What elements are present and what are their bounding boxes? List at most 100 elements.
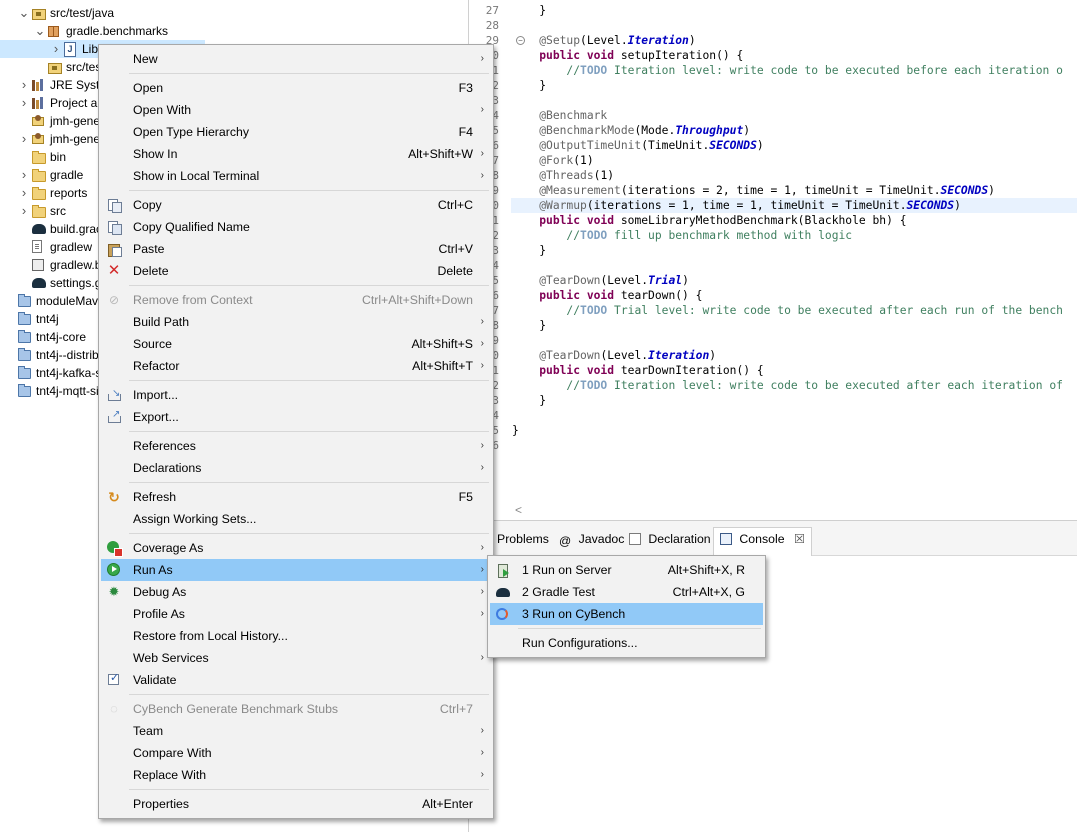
chevron-right-icon: › (480, 360, 484, 371)
tree-item[interactable]: gradlew.b (0, 256, 101, 274)
menu-item-label: Source (133, 337, 172, 351)
menu-item-source[interactable]: Source Alt+Shift+S › (101, 333, 491, 355)
tree-item[interactable]: tnt4j--distrib (0, 346, 100, 364)
run-icon (107, 563, 121, 577)
chevron-down-icon[interactable]: ⌄ (34, 22, 46, 40)
chevron-right-icon[interactable]: › (18, 202, 30, 220)
tree-item[interactable]: moduleMave (0, 292, 105, 310)
tree-item-label: tnt4j (36, 312, 59, 326)
tree-item-label: gradlew (50, 240, 93, 254)
menu-item-shortcut: Ctrl+7 (439, 702, 473, 716)
tree-item[interactable]: jmh-gene (0, 112, 100, 130)
menu-item-copy[interactable]: Copy Ctrl+C (101, 194, 491, 216)
refresh-icon: ↻ (108, 489, 120, 505)
coverage-icon (107, 541, 123, 557)
tree-item[interactable]: tnt4j-core (0, 328, 100, 346)
menu-item-3-run-on-cybench[interactable]: 3 Run on CyBench (490, 603, 763, 625)
close-icon[interactable]: ☒ (794, 532, 805, 546)
menu-item-show-in-local-terminal[interactable]: Show in Local Terminal › (101, 165, 491, 187)
menu-item-compare-with[interactable]: Compare With › (101, 742, 491, 764)
console-icon (720, 533, 732, 545)
tree-item[interactable]: src/test/re (0, 58, 119, 76)
menu-item-label: Paste (133, 242, 165, 256)
menu-item-label: Copy Qualified Name (133, 220, 250, 234)
tree-item[interactable]: › JRE Syster (0, 76, 110, 94)
tree-item[interactable]: › gradle (0, 166, 100, 184)
tree-item[interactable]: settings.g (0, 274, 102, 292)
tree-item-label: settings.g (50, 276, 102, 290)
menu-item-open-type-hierarchy[interactable]: Open Type Hierarchy F4 (101, 121, 491, 143)
tree-item[interactable]: › reports (0, 184, 100, 202)
chevron-right-icon: › (480, 148, 484, 159)
tree-item[interactable]: gradlew (0, 238, 100, 256)
chevron-right-icon[interactable]: › (18, 166, 30, 184)
menu-item-shortcut: Alt+Enter (422, 797, 473, 811)
menu-item-references[interactable]: References › (101, 435, 491, 457)
menu-item-build-path[interactable]: Build Path › (101, 311, 491, 333)
tree-item[interactable]: tnt4j (0, 310, 100, 328)
menu-item-run-configurations[interactable]: Run Configurations... (490, 632, 763, 654)
gradle-file-icon (32, 278, 46, 288)
menu-item-refresh[interactable]: ↻ Refresh F5 (101, 486, 491, 508)
chevron-right-icon[interactable]: › (18, 94, 30, 112)
menu-item-assign-working-sets[interactable]: Assign Working Sets... (101, 508, 491, 530)
java-editor[interactable]: 2728293031323334353637383940414243444546… (468, 0, 1077, 520)
menu-item-paste[interactable]: Paste Ctrl+V (101, 238, 491, 260)
code-line: //TODO Iteration level: write code to be… (566, 64, 1063, 77)
tab-console[interactable]: Console ☒ (713, 527, 812, 556)
menu-item-copy-qualified-name[interactable]: Copy Qualified Name (101, 216, 491, 238)
tree-item[interactable]: tnt4j-mqtt-si (0, 382, 100, 400)
menu-item-refactor[interactable]: Refactor Alt+Shift+T › (101, 355, 491, 377)
javadoc-icon: @ (559, 534, 572, 548)
menu-item-export[interactable]: ↗ Export... (101, 406, 491, 428)
chevron-right-icon[interactable]: › (18, 184, 30, 202)
editor-horizontal-scrollbar[interactable]: < (511, 503, 1077, 517)
menu-separator (129, 694, 489, 695)
chevron-right-icon: › (480, 170, 484, 181)
menu-item-label: Open With (133, 103, 192, 117)
tree-item[interactable]: ⌄ src/test/java (0, 4, 114, 22)
menu-item-debug-as[interactable]: ✹ Debug As › (101, 581, 491, 603)
tab-javadoc[interactable]: @ Javadoc (559, 529, 624, 549)
menu-item-delete[interactable]: ✕ Delete Delete (101, 260, 491, 282)
chevron-right-icon[interactable]: › (18, 76, 30, 94)
menu-item-profile-as[interactable]: Profile As › (101, 603, 491, 625)
tree-item[interactable]: tnt4j-kafka-s (0, 364, 101, 382)
menu-item-restore-from-local-history[interactable]: Restore from Local History... (101, 625, 491, 647)
tree-item[interactable]: bin (0, 148, 100, 166)
folder-icon (32, 187, 46, 200)
tree-item[interactable]: ⌄ gradle.benchmarks (0, 22, 169, 40)
tab-declaration[interactable]: Declaration (629, 529, 711, 549)
menu-item-1-run-on-server[interactable]: 1 Run on Server Alt+Shift+X, R (490, 559, 763, 581)
menu-item-team[interactable]: Team › (101, 720, 491, 742)
menu-item-new[interactable]: New › (101, 48, 491, 70)
menu-item-2-gradle-test[interactable]: 2 Gradle Test Ctrl+Alt+X, G (490, 581, 763, 603)
tree-item-label: gradle.benchmarks (66, 24, 169, 38)
menu-item-run-as[interactable]: Run As › (101, 559, 491, 581)
chevron-right-icon: › (480, 104, 484, 115)
tree-item[interactable]: build.grac (0, 220, 102, 238)
menu-item-shortcut: Alt+Shift+W (408, 147, 473, 161)
chevron-right-icon[interactable]: › (18, 130, 30, 148)
scroll-left-arrow[interactable]: < (515, 503, 522, 517)
menu-item-properties[interactable]: Properties Alt+Enter (101, 793, 491, 815)
menu-item-import[interactable]: ↘ Import... (101, 384, 491, 406)
project-icon (18, 312, 31, 325)
menu-item-validate[interactable]: ✓ Validate (101, 669, 491, 691)
menu-item-open-with[interactable]: Open With › (101, 99, 491, 121)
menu-item-show-in[interactable]: Show In Alt+Shift+W › (101, 143, 491, 165)
menu-item-web-services[interactable]: Web Services › (101, 647, 491, 669)
chevron-right-icon[interactable]: › (50, 40, 62, 58)
menu-item-label: Run As (133, 563, 173, 577)
tree-item-label: jmh-gene (50, 114, 101, 128)
menu-item-declarations[interactable]: Declarations › (101, 457, 491, 479)
tree-item[interactable]: › jmh-gene (0, 130, 100, 148)
menu-item-open[interactable]: Open F3 (101, 77, 491, 99)
tree-item[interactable]: › src (0, 202, 100, 220)
tree-item[interactable]: › Project an (0, 94, 104, 112)
chevron-down-icon[interactable]: ⌄ (18, 4, 30, 22)
menu-item-replace-with[interactable]: Replace With › (101, 764, 491, 786)
tab-problems[interactable]: Problems (497, 529, 549, 549)
menu-item-coverage-as[interactable]: Coverage As › (101, 537, 491, 559)
menu-item-label: Import... (133, 388, 179, 402)
